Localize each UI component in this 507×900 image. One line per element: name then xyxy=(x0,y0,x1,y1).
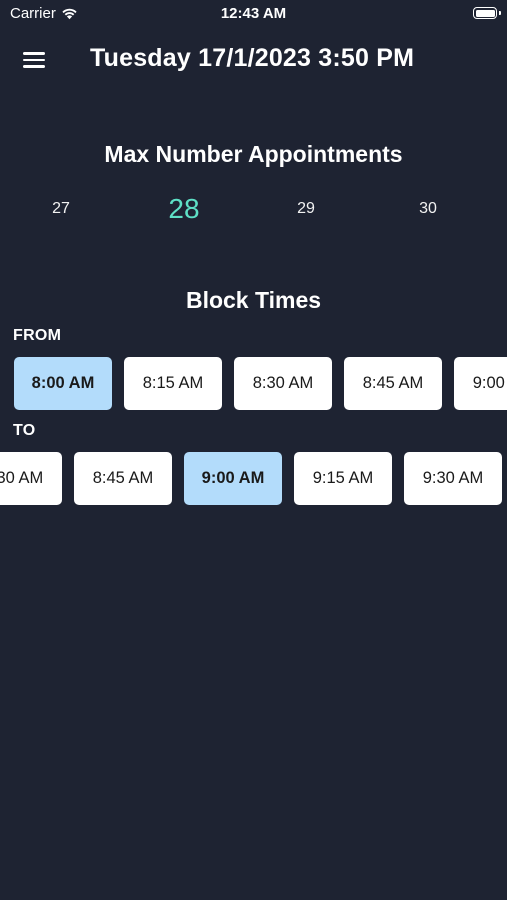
to-time-list[interactable]: 8:30 AM8:45 AM9:00 AM9:15 AM9:30 AM xyxy=(0,452,507,506)
time-chip[interactable]: 8:30 AM xyxy=(0,452,62,505)
time-chip[interactable]: 8:15 AM xyxy=(124,357,222,410)
from-time-list[interactable]: 8:00 AM8:15 AM8:30 AM8:45 AM9:00 AM xyxy=(0,357,507,411)
appointment-count-selected[interactable]: 28 xyxy=(154,190,214,228)
appointment-count-option[interactable]: 27 xyxy=(31,190,91,228)
hamburger-menu-icon[interactable] xyxy=(22,50,48,70)
appointment-count-option[interactable]: 29 xyxy=(276,190,336,228)
appointment-count-option[interactable]: 30 xyxy=(398,190,458,228)
to-label: TO xyxy=(13,422,36,439)
app-header: Tuesday 17/1/2023 3:50 PM xyxy=(0,38,507,82)
from-label: FROM xyxy=(13,327,62,344)
max-appointments-title: Max Number Appointments xyxy=(104,141,403,167)
max-appointments-picker[interactable]: 27 28 29 30 xyxy=(0,190,507,230)
time-chip[interactable]: 9:30 AM xyxy=(404,452,502,505)
time-chip[interactable]: 8:45 AM xyxy=(344,357,442,410)
time-chip[interactable]: 9:00 AM xyxy=(454,357,507,410)
time-chip[interactable]: 9:15 AM xyxy=(294,452,392,505)
time-chip[interactable]: 8:45 AM xyxy=(74,452,172,505)
block-times-title: Block Times xyxy=(185,287,322,313)
status-time: 12:43 AM xyxy=(220,5,287,22)
battery-icon xyxy=(473,7,501,19)
time-chip-selected[interactable]: 9:00 AM xyxy=(184,452,282,505)
status-bar: Carrier 12:43 AM xyxy=(0,0,507,28)
time-chip-selected[interactable]: 8:00 AM xyxy=(14,357,112,410)
page-title: Tuesday 17/1/2023 3:50 PM xyxy=(90,44,415,72)
time-chip[interactable]: 8:30 AM xyxy=(234,357,332,410)
